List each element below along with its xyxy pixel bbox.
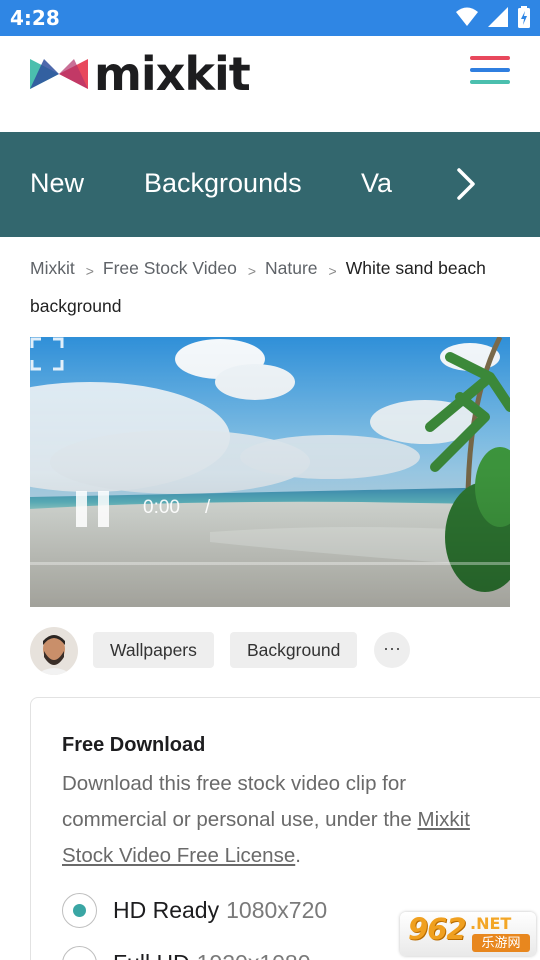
download-description: Download this free stock video clip for …: [62, 766, 512, 874]
breadcrumb-separator-icon: >: [247, 263, 257, 279]
current-time: 0:00: [143, 497, 180, 518]
video-player[interactable]: 0:00 /: [30, 337, 510, 607]
menu-line: [470, 80, 510, 84]
download-description-text: Download this free stock video clip for …: [62, 772, 418, 831]
option-full-hd[interactable]: Full HD 1920x1080: [62, 945, 311, 960]
hamburger-menu-icon[interactable]: [470, 56, 510, 90]
breadcrumb-item-free-stock-video[interactable]: Free Stock Video: [103, 258, 237, 278]
radio-full-hd[interactable]: [62, 945, 97, 960]
breadcrumb-current: White sand beach background: [30, 258, 486, 316]
watermark-subtitle: 乐游网: [472, 934, 530, 952]
pause-bar: [98, 491, 109, 527]
site-header: mixkit: [0, 36, 540, 132]
status-time: 4:28: [10, 6, 60, 30]
radio-hd-ready[interactable]: [62, 892, 97, 928]
nav-item-new[interactable]: New: [30, 168, 84, 199]
author-avatar-image: [30, 627, 78, 675]
menu-line: [470, 68, 510, 72]
status-bar: 4:28: [0, 0, 540, 36]
author-avatar[interactable]: [30, 627, 78, 675]
tag-background[interactable]: Background: [230, 632, 358, 668]
logo-mark-icon: [30, 59, 88, 89]
category-nav: New Backgrounds Va: [0, 132, 540, 237]
beach-video-frame: [30, 337, 510, 607]
breadcrumb-item-nature[interactable]: Nature: [265, 258, 318, 278]
pause-button[interactable]: [76, 491, 110, 527]
option-resolution: 1080x720: [226, 896, 328, 923]
signal-icon: [488, 7, 508, 27]
tag-wallpapers[interactable]: Wallpapers: [93, 632, 214, 668]
wifi-icon: [456, 7, 478, 26]
nav-item-partial[interactable]: Va: [361, 168, 392, 199]
breadcrumb: Mixkit > Free Stock Video > Nature > White san…: [30, 250, 520, 325]
option-label: HD Ready: [113, 896, 220, 923]
mixkit-logo[interactable]: mixkit: [30, 46, 251, 102]
status-icons: [456, 6, 530, 28]
pause-bar: [76, 491, 87, 527]
site-watermark: 962 .NET 乐游网: [400, 912, 536, 956]
nav-item-backgrounds[interactable]: Backgrounds: [144, 168, 302, 199]
option-hd-ready[interactable]: HD Ready 1080x720: [62, 892, 327, 928]
time-separator: /: [205, 497, 211, 518]
breadcrumb-separator-icon: >: [328, 263, 337, 279]
tags-row: Wallpapers Background ···: [30, 627, 520, 677]
breadcrumb-item-mixkit[interactable]: Mixkit: [30, 258, 75, 278]
option-label: Full HD: [113, 950, 190, 960]
battery-icon: [518, 6, 530, 28]
fullscreen-icon[interactable]: [30, 337, 64, 371]
menu-line: [470, 56, 510, 60]
download-title: Free Download: [62, 734, 206, 756]
more-tags-button[interactable]: ···: [374, 632, 410, 668]
watermark-suffix: .NET: [470, 914, 512, 933]
option-resolution: 1920x1080: [197, 950, 311, 960]
chevron-right-icon[interactable]: [448, 164, 484, 204]
download-description-end: .: [295, 844, 301, 867]
breadcrumb-separator-icon: >: [85, 263, 94, 279]
watermark-number: 962: [408, 912, 467, 946]
logo-text: mixkit: [94, 47, 251, 101]
